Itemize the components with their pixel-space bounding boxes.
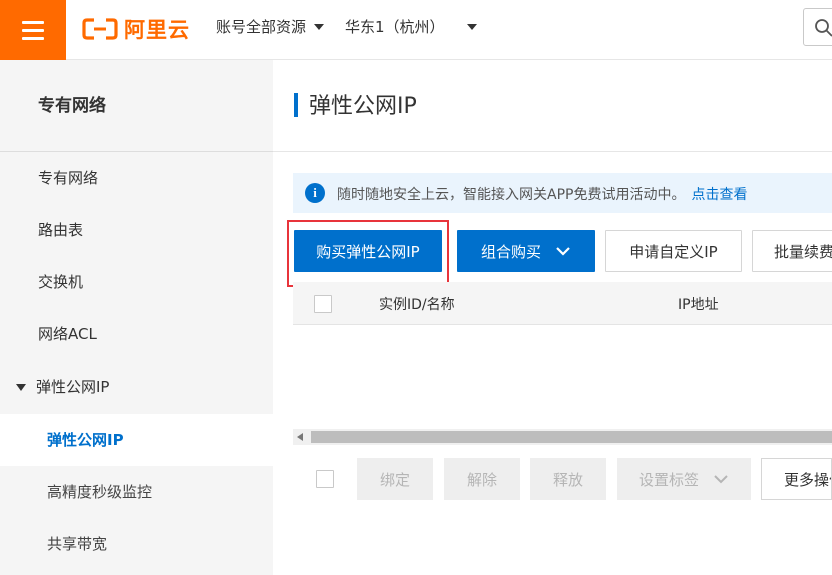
top-navbar: 阿里云 账号全部资源 华东1（杭州） bbox=[0, 0, 832, 60]
logo-text: 阿里云 bbox=[124, 18, 190, 42]
sidebar-item-route-table[interactable]: 路由表 bbox=[0, 204, 273, 256]
sidebar-item-eip[interactable]: 弹性公网IP bbox=[0, 414, 273, 466]
sidebar-title: 专有网络 bbox=[0, 60, 273, 152]
info-icon: i bbox=[305, 183, 325, 203]
more-actions-button[interactable]: 更多操作 bbox=[761, 458, 832, 500]
notice-text: 随时随地安全上云，智能接入网关APP免费试用活动中。 点击查看 bbox=[337, 184, 747, 204]
hamburger-menu-icon[interactable] bbox=[0, 0, 66, 60]
account-resource-label: 账号全部资源 bbox=[216, 18, 307, 36]
sidebar: 专有网络 专有网络 路由表 交换机 网络ACL 弹性公网IP 弹性公网IP 高精… bbox=[0, 60, 273, 575]
column-header-instance-id: 实例ID/名称 bbox=[379, 297, 455, 313]
set-tags-label: 设置标签 bbox=[638, 470, 699, 489]
aliyun-logo-icon bbox=[82, 18, 118, 40]
highlight-box bbox=[287, 220, 449, 287]
chevron-down-icon bbox=[556, 247, 570, 256]
caret-down-icon bbox=[466, 23, 477, 30]
table-header: 实例ID/名称 IP地址 bbox=[293, 282, 832, 325]
sidebar-item-vpc[interactable]: 专有网络 bbox=[0, 152, 273, 204]
search-input[interactable] bbox=[803, 8, 832, 46]
sidebar-item-vswitch[interactable]: 交换机 bbox=[0, 256, 273, 308]
aliyun-logo[interactable]: 阿里云 bbox=[82, 14, 190, 44]
main-content: 弹性公网IP i 随时随地安全上云，智能接入网关APP免费试用活动中。 点击查看 … bbox=[273, 60, 832, 575]
region-label: 华东1（杭州） bbox=[345, 18, 445, 36]
notice-link[interactable]: 点击查看 bbox=[691, 187, 747, 203]
unbind-button[interactable]: 解除 bbox=[444, 458, 520, 500]
notice-message: 随时随地安全上云，智能接入网关APP免费试用活动中。 bbox=[337, 187, 686, 203]
sidebar-item-network-acl[interactable]: 网络ACL bbox=[0, 308, 273, 360]
account-resource-dropdown[interactable]: 账号全部资源 bbox=[216, 16, 325, 37]
scroll-left-icon[interactable] bbox=[297, 433, 303, 441]
search-icon bbox=[815, 19, 832, 37]
page-title-accent bbox=[294, 93, 298, 117]
caret-down-icon bbox=[314, 23, 325, 30]
apply-custom-ip-button[interactable]: 申请自定义IP bbox=[605, 230, 742, 272]
sidebar-item-hp-monitor[interactable]: 高精度秒级监控 bbox=[0, 466, 273, 518]
combo-buy-button[interactable]: 组合购买 bbox=[457, 230, 595, 272]
select-all-checkbox[interactable] bbox=[314, 295, 332, 313]
column-header-ip-address: IP地址 bbox=[678, 297, 719, 313]
bottom-select-checkbox[interactable] bbox=[316, 470, 334, 488]
region-dropdown[interactable]: 华东1（杭州） bbox=[345, 16, 477, 37]
bind-button[interactable]: 绑定 bbox=[357, 458, 433, 500]
combo-buy-label: 组合购买 bbox=[480, 242, 541, 261]
release-button[interactable]: 释放 bbox=[530, 458, 606, 500]
caret-down-icon bbox=[16, 384, 26, 391]
sidebar-item-shared-bandwidth[interactable]: 共享带宽 bbox=[0, 518, 273, 570]
notice-banner: i 随时随地安全上云，智能接入网关APP免费试用活动中。 点击查看 bbox=[293, 173, 832, 213]
scroll-thumb[interactable] bbox=[311, 431, 832, 443]
title-divider bbox=[273, 151, 832, 152]
set-tags-button[interactable]: 设置标签 bbox=[617, 458, 751, 500]
sidebar-group-eip[interactable]: 弹性公网IP bbox=[0, 361, 273, 413]
batch-renew-button[interactable]: 批量续费 bbox=[752, 230, 832, 272]
page-title: 弹性公网IP bbox=[309, 94, 417, 119]
sidebar-group-label: 弹性公网IP bbox=[36, 378, 110, 396]
horizontal-scrollbar[interactable] bbox=[293, 429, 832, 445]
chevron-down-icon bbox=[714, 475, 728, 484]
